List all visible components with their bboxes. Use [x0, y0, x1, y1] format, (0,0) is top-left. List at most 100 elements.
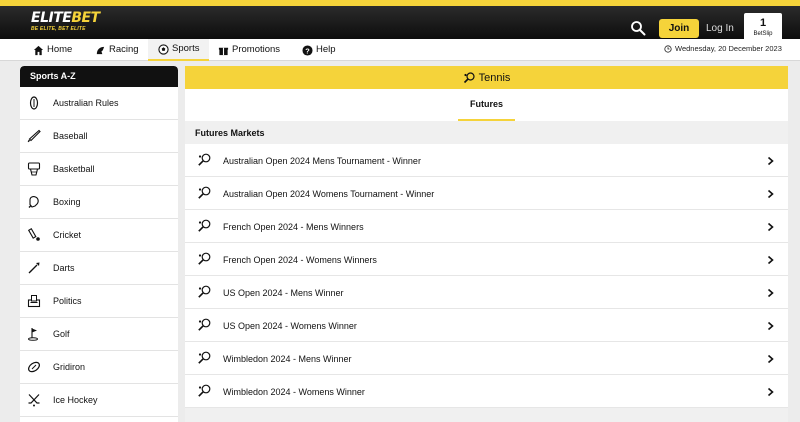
futures-market-list: Australian Open 2024 Mens Tournament - W… [185, 144, 788, 408]
golf-flag-icon [28, 328, 38, 341]
sidebar-item-label: Golf [53, 329, 70, 339]
market-label: US Open 2024 - Womens Winner [223, 321, 357, 331]
betslip-label: BetSlip [753, 31, 773, 37]
nav-help-label: Help [316, 44, 336, 55]
chevron-right-icon[interactable] [767, 222, 774, 232]
tennis-racket-icon [198, 351, 211, 364]
sidebar-item-cricket[interactable]: Cricket [20, 219, 178, 252]
tab-futures[interactable]: Futures [458, 89, 515, 121]
tennis-racket-icon [198, 153, 211, 166]
market-row[interactable]: Wimbledon 2024 - Mens Winner [185, 342, 788, 375]
svg-text:?: ? [305, 46, 310, 55]
current-date: Wednesday, 20 December 2023 [664, 44, 782, 53]
clock-icon [664, 44, 672, 53]
sidebar-item-label: Darts [53, 263, 75, 273]
market-row[interactable]: Australian Open 2024 Mens Tournament - W… [185, 144, 788, 177]
market-label: Wimbledon 2024 - Mens Winner [223, 354, 352, 364]
market-tabs: Futures [185, 89, 788, 121]
chevron-right-icon[interactable] [767, 387, 774, 397]
nav-promotions-label: Promotions [232, 44, 281, 55]
tennis-racket-icon [198, 252, 211, 265]
nav-sports-label: Sports [172, 43, 200, 54]
join-button[interactable]: Join [659, 19, 699, 38]
nav-home-label: Home [47, 44, 73, 55]
content-footer-spacer [185, 408, 788, 422]
tennis-racket-icon [198, 186, 211, 199]
nav-sports[interactable]: Sports [148, 39, 210, 61]
sidebar-item-ice-hockey[interactable]: Ice Hockey [20, 384, 178, 417]
dart-icon [28, 262, 40, 274]
tennis-racket-icon [198, 384, 211, 397]
gift-icon [218, 47, 229, 55]
chevron-right-icon[interactable] [767, 156, 774, 166]
nav-home[interactable]: Home [33, 39, 72, 61]
racing-icon [96, 46, 105, 54]
sidebar-item-basketball[interactable]: Basketball [20, 153, 178, 186]
sidebar-item-label: Ice Hockey [53, 395, 98, 405]
market-row[interactable]: Australian Open 2024 Womens Tournament -… [185, 177, 788, 210]
sidebar-item-label: Boxing [53, 197, 81, 207]
hockey-sticks-icon [28, 394, 40, 407]
logo-word-main: ELITE [31, 10, 72, 26]
sidebar-item-label: Cricket [53, 230, 82, 240]
market-row[interactable]: US Open 2024 - Womens Winner [185, 309, 788, 342]
main-content: Tennis Futures Futures Markets Australia… [185, 66, 788, 422]
market-row[interactable]: Wimbledon 2024 - Womens Winner [185, 375, 788, 408]
market-row[interactable]: US Open 2024 - Mens Winner [185, 276, 788, 309]
nav-help[interactable]: ? Help [302, 39, 336, 61]
search-icon[interactable] [630, 20, 646, 36]
tennis-racket-icon [463, 71, 475, 83]
elitebet-logo[interactable]: ELITEBET BE ELITE, BET ELITE [31, 10, 100, 35]
tennis-racket-icon [198, 219, 211, 232]
sport-title: Tennis [478, 71, 511, 84]
nav-promotions[interactable]: Promotions [218, 39, 280, 61]
australian-rules-ball-icon [29, 96, 39, 110]
boxing-glove-icon [28, 196, 39, 208]
ballot-box-icon [27, 295, 41, 308]
login-link[interactable]: Log In [706, 19, 734, 38]
sidebar-item-baseball[interactable]: Baseball [20, 120, 178, 153]
help-icon: ? [302, 44, 313, 56]
basketball-hoop-icon [27, 162, 41, 176]
market-label: French Open 2024 - Mens Winners [223, 222, 364, 232]
nav-racing[interactable]: Racing [95, 39, 139, 61]
logo-tagline: BE ELITE, BET ELITE [31, 26, 86, 32]
nav-racing-label: Racing [109, 44, 139, 55]
home-icon [33, 45, 44, 55]
sidebar-item-australian-rules[interactable]: Australian Rules [20, 87, 178, 120]
sport-header: Tennis [185, 66, 788, 89]
current-date-text: Wednesday, 20 December 2023 [675, 44, 782, 53]
sidebar-item-darts[interactable]: Darts [20, 252, 178, 285]
sports-sidebar: Sports A-Z Australian Rules Baseball Bas… [20, 66, 178, 422]
sidebar-item-label: Basketball [53, 164, 95, 174]
market-label: Wimbledon 2024 - Womens Winner [223, 387, 365, 397]
market-label: US Open 2024 - Mens Winner [223, 288, 344, 298]
sidebar-item-golf[interactable]: Golf [20, 318, 178, 351]
logo-word-accent: BET [71, 10, 100, 26]
sidebar-item-label: Baseball [53, 131, 88, 141]
sidebar-item-politics[interactable]: Politics [20, 285, 178, 318]
chevron-right-icon[interactable] [767, 354, 774, 364]
chevron-right-icon[interactable] [767, 321, 774, 331]
soccer-ball-icon [158, 43, 169, 55]
section-title: Futures Markets [185, 121, 788, 144]
sidebar-item-label: Australian Rules [53, 98, 119, 108]
chevron-right-icon[interactable] [767, 288, 774, 298]
market-label: French Open 2024 - Womens Winners [223, 255, 377, 265]
tennis-racket-icon [198, 318, 211, 331]
baseball-bat-icon [27, 129, 41, 143]
market-row[interactable]: French Open 2024 - Mens Winners [185, 210, 788, 243]
sidebar-item-label: Politics [53, 296, 82, 306]
sidebar-item-boxing[interactable]: Boxing [20, 186, 178, 219]
market-row[interactable]: French Open 2024 - Womens Winners [185, 243, 788, 276]
football-icon [28, 361, 40, 373]
tennis-racket-icon [198, 285, 211, 298]
chevron-right-icon[interactable] [767, 189, 774, 199]
sidebar-item-gridiron[interactable]: Gridiron [20, 351, 178, 384]
chevron-right-icon[interactable] [767, 255, 774, 265]
main-nav: Home Racing Sports Promotions ? Help Wed… [0, 39, 800, 61]
sidebar-title: Sports A-Z [20, 66, 178, 87]
cricket-bat-icon [27, 228, 40, 241]
betslip-count: 1 [759, 17, 767, 29]
market-label: Australian Open 2024 Womens Tournament -… [223, 189, 435, 199]
